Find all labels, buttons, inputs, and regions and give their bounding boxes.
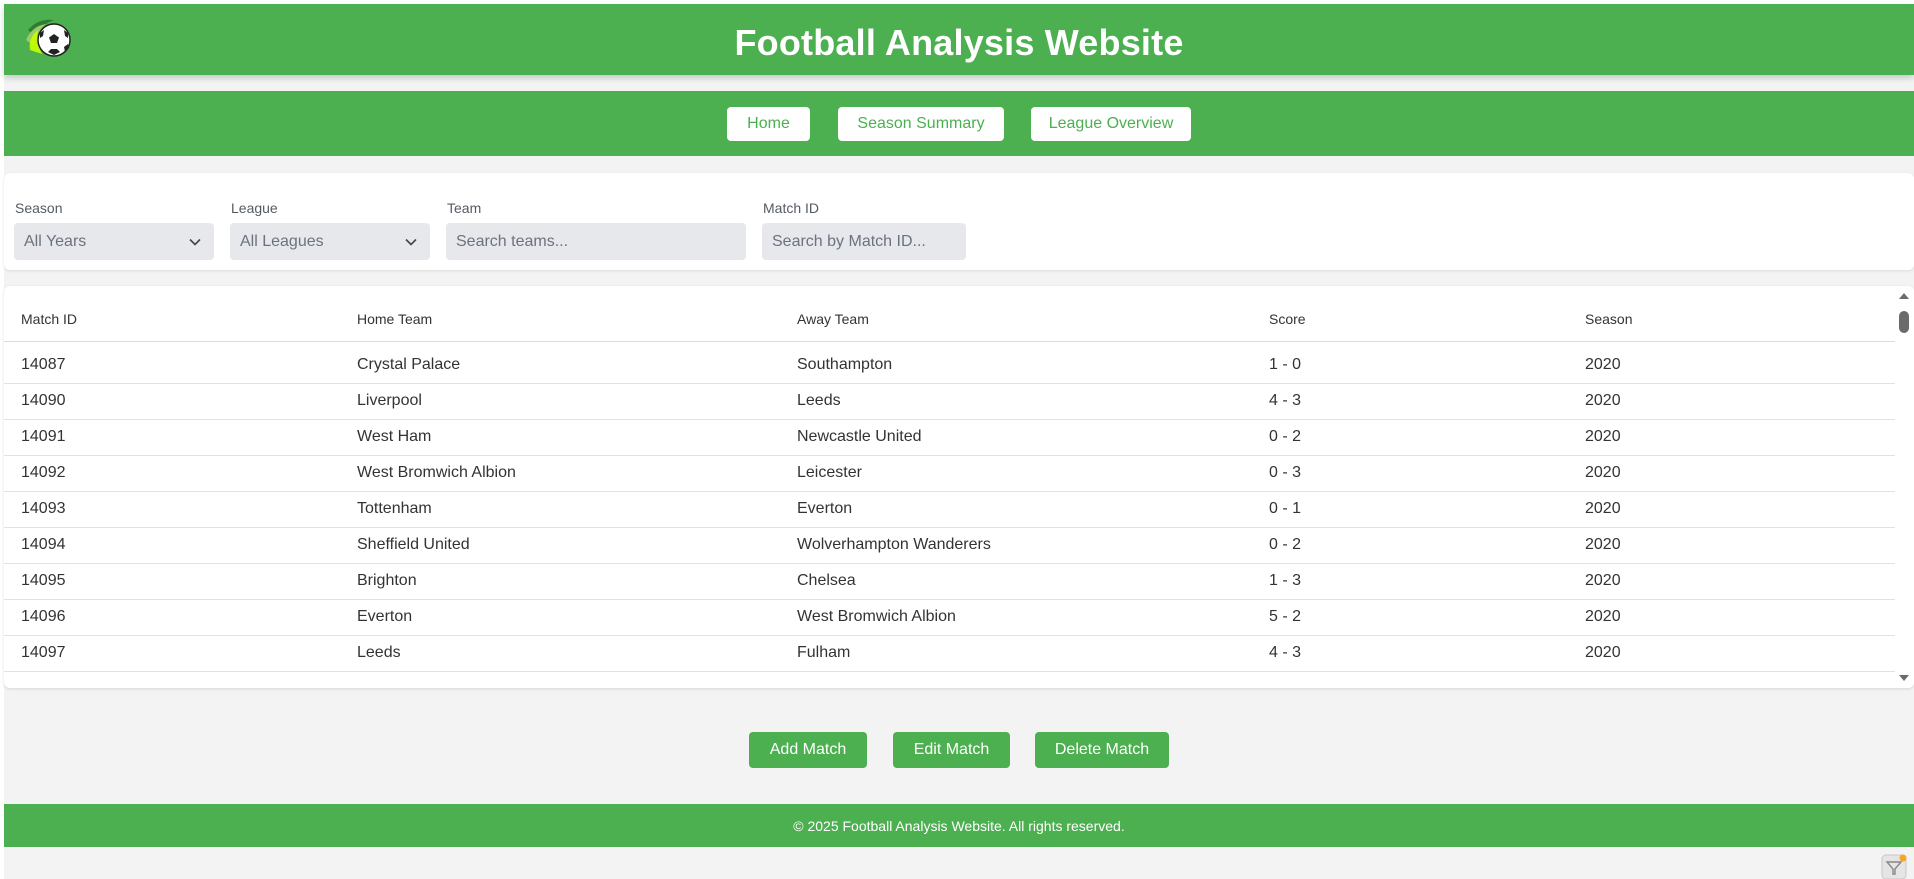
cell-match-id: 14096 (21, 608, 66, 625)
nav-league-overview-button[interactable]: League Overview (1031, 107, 1191, 141)
cell-score: 5 - 2 (1269, 608, 1302, 625)
cell-match-id: 14095 (21, 572, 66, 589)
cell-score: 0 - 2 (1269, 536, 1302, 553)
cell-match-id: 14094 (21, 536, 66, 553)
footer-copyright: © 2025 Football Analysis Website. All ri… (793, 817, 1125, 834)
cell-season: 2020 (1585, 392, 1621, 409)
cell-season: 2020 (1585, 572, 1621, 589)
nav-season-summary-button[interactable]: Season Summary (838, 107, 1004, 141)
delete-match-button[interactable]: Delete Match (1035, 732, 1169, 768)
cell-away-team: West Bromwich Albion (797, 608, 956, 625)
column-header-match-id[interactable]: Match ID (21, 311, 77, 327)
cell-match-id: 14097 (21, 644, 66, 661)
cell-season: 2020 (1585, 356, 1621, 373)
cell-away-team: Chelsea (797, 572, 856, 589)
cell-score: 1 - 0 (1269, 356, 1302, 373)
cell-home-team: West Ham (357, 428, 432, 445)
cell-season: 2020 (1585, 500, 1621, 517)
season-select[interactable]: All Years (14, 223, 214, 260)
table-row[interactable]: 14091 West Ham Newcastle United 0 - 2 20… (4, 420, 1895, 456)
site-header: Football Analysis Website (4, 4, 1914, 75)
scroll-up-arrow-icon[interactable] (1898, 292, 1910, 300)
team-filter-label: Team (447, 200, 482, 216)
page: Football Analysis Website Home Season Su… (4, 4, 1914, 879)
cell-season: 2020 (1585, 464, 1621, 481)
table-header: Match ID Home Team Away Team Score Seaso… (4, 286, 1895, 342)
cell-match-id: 14087 (21, 356, 66, 373)
team-search-input[interactable]: Search teams... (446, 223, 746, 260)
cell-away-team: Wolverhampton Wanderers (797, 536, 991, 553)
main-nav: Home Season Summary League Overview (4, 91, 1914, 156)
chevron-down-icon (189, 238, 201, 246)
season-filter-label: Season (15, 200, 63, 216)
cell-season: 2020 (1585, 608, 1621, 625)
column-header-score[interactable]: Score (1269, 311, 1306, 327)
table-row[interactable]: 14092 West Bromwich Albion Leicester 0 -… (4, 456, 1895, 492)
cell-season: 2020 (1585, 536, 1621, 553)
match-id-filter-label: Match ID (763, 200, 820, 216)
cell-score: 0 - 1 (1269, 500, 1302, 517)
cell-home-team: West Bromwich Albion (357, 464, 516, 481)
cell-season: 2020 (1585, 644, 1621, 661)
site-footer: © 2025 Football Analysis Website. All ri… (4, 804, 1914, 847)
site-title: Football Analysis Website (734, 22, 1184, 63)
cell-score: 4 - 3 (1269, 392, 1302, 409)
cell-score: 4 - 3 (1269, 644, 1302, 661)
cell-season: 2020 (1585, 428, 1621, 445)
column-header-season[interactable]: Season (1585, 311, 1632, 327)
chevron-down-icon (405, 238, 417, 246)
cell-score: 0 - 2 (1269, 428, 1302, 445)
match-id-search-placeholder: Search by Match ID... (772, 232, 926, 250)
cell-away-team: Southampton (797, 356, 893, 373)
table-row[interactable]: 14090 Liverpool Leeds 4 - 3 2020 (4, 384, 1895, 420)
cell-home-team: Leeds (357, 644, 401, 661)
cell-home-team: Liverpool (357, 392, 422, 409)
add-match-button[interactable]: Add Match (749, 732, 867, 768)
match-id-search-input[interactable]: Search by Match ID... (762, 223, 966, 260)
team-search-placeholder: Search teams... (456, 232, 569, 250)
cell-away-team: Fulham (797, 644, 851, 661)
cell-home-team: Crystal Palace (357, 356, 461, 373)
cell-away-team: Everton (797, 500, 853, 517)
cell-away-team: Leeds (797, 392, 841, 409)
cell-match-id: 14092 (21, 464, 66, 481)
cell-match-id: 14090 (21, 392, 66, 409)
cell-match-id: 14091 (21, 428, 66, 445)
filter-funnel-icon[interactable] (1881, 854, 1907, 879)
edit-match-button[interactable]: Edit Match (893, 732, 1010, 768)
table-row[interactable]: 14093 Tottenham Everton 0 - 1 2020 (4, 492, 1895, 528)
league-select[interactable]: All Leagues (230, 223, 430, 260)
cell-match-id: 14093 (21, 500, 66, 517)
cell-away-team: Leicester (797, 464, 862, 481)
scroll-down-arrow-icon[interactable] (1898, 674, 1910, 682)
league-filter-label: League (231, 200, 278, 216)
table-row[interactable]: 14095 Brighton Chelsea 1 - 3 2020 (4, 564, 1895, 600)
cell-home-team: Everton (357, 608, 413, 625)
cell-away-team: Newcastle United (797, 428, 922, 445)
scrollbar-thumb[interactable] (1899, 311, 1909, 333)
filters-panel: Season All Years League All Leagues Team… (4, 173, 1914, 270)
cell-home-team: Tottenham (357, 500, 432, 517)
column-header-home-team[interactable]: Home Team (357, 311, 432, 327)
table-row[interactable]: 14096 Everton West Bromwich Albion 5 - 2… (4, 600, 1895, 636)
cell-home-team: Brighton (357, 572, 417, 589)
matches-table: Match ID Home Team Away Team Score Seaso… (4, 286, 1914, 688)
cell-home-team: Sheffield United (357, 536, 470, 553)
cell-score: 1 - 3 (1269, 572, 1302, 589)
table-row[interactable]: 14097 Leeds Fulham 4 - 3 2020 (4, 636, 1895, 672)
table-row[interactable]: 14087 Crystal Palace Southampton 1 - 0 2… (4, 348, 1895, 384)
table-scrollbar[interactable] (1895, 286, 1914, 688)
column-header-away-team[interactable]: Away Team (797, 311, 869, 327)
league-select-value: All Leagues (240, 232, 324, 250)
season-select-value: All Years (24, 232, 87, 250)
table-row[interactable]: 14094 Sheffield United Wolverhampton Wan… (4, 528, 1895, 564)
cell-score: 0 - 3 (1269, 464, 1302, 481)
nav-home-button[interactable]: Home (727, 107, 810, 141)
